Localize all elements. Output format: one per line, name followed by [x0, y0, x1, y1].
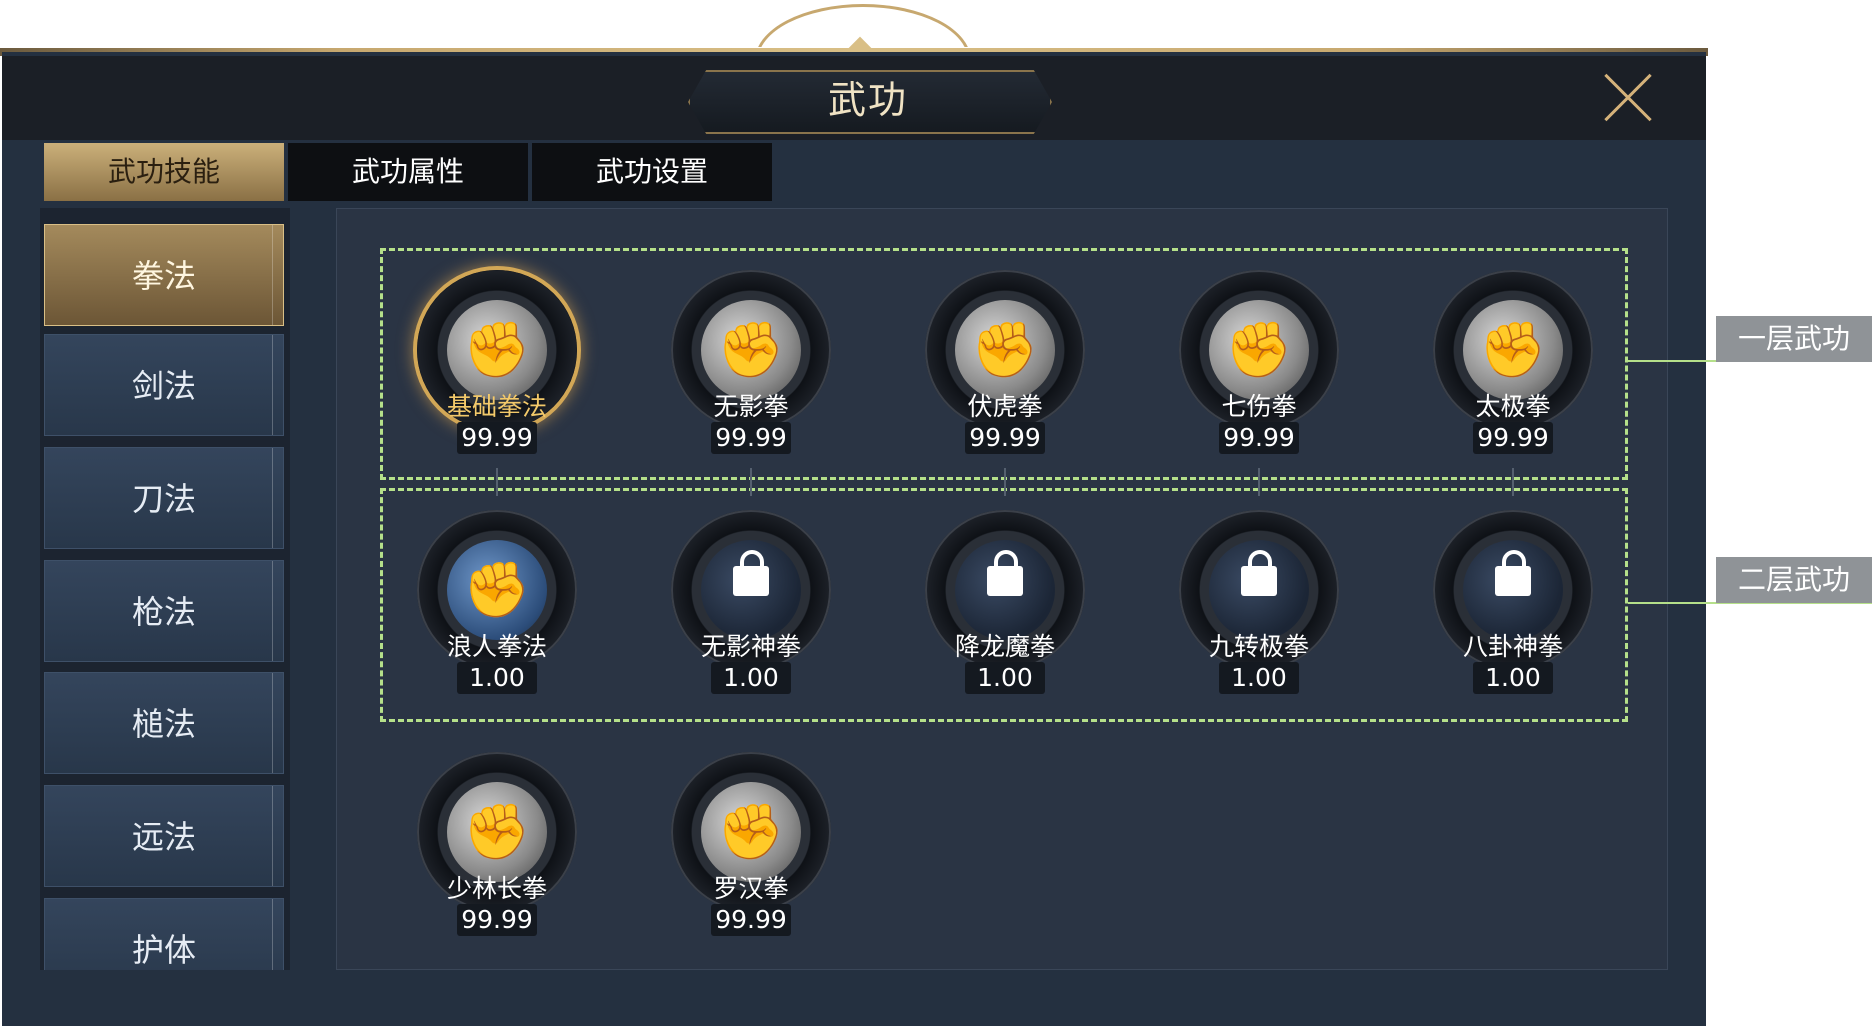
- sidebar-item-guard[interactable]: 护体: [44, 898, 284, 970]
- lock-icon: [1495, 550, 1531, 596]
- sidebar-item-hammer[interactable]: 槌法: [44, 672, 284, 774]
- skill-node[interactable]: ✊ 罗汉拳 99.99: [661, 752, 841, 952]
- skill-name: 无影拳: [713, 392, 789, 421]
- skill-level: 99.99: [711, 422, 791, 454]
- skill-level: 1.00: [457, 662, 537, 694]
- skill-level: 99.99: [711, 904, 791, 936]
- skill-level: 99.99: [457, 904, 537, 936]
- skill-name: 伏虎拳: [967, 392, 1043, 421]
- sidebar-item-label: 剑法: [131, 367, 196, 405]
- notch-icon: [272, 448, 283, 548]
- tree-connector: [750, 468, 752, 496]
- skill-node-locked[interactable]: 无影神拳 1.00: [661, 510, 841, 710]
- sidebar-item-label: 远法: [131, 818, 196, 856]
- sidebar-item-fist[interactable]: 拳法: [44, 224, 284, 326]
- notch-icon: [272, 673, 283, 773]
- skill-name: 浪人拳法: [446, 632, 547, 661]
- skill-node-locked[interactable]: 降龙魔拳 1.00: [915, 510, 1095, 710]
- sidebar-item-sword[interactable]: 剑法: [44, 334, 284, 436]
- notch-icon: [272, 786, 283, 886]
- fist-icon: ✊: [447, 782, 547, 882]
- sidebar-item-spear[interactable]: 枪法: [44, 560, 284, 662]
- skill-node[interactable]: ✊ 浪人拳法 1.00: [407, 510, 587, 710]
- skill-name: 太极拳: [1475, 392, 1551, 421]
- skill-node[interactable]: ✊ 无影拳 99.99: [661, 270, 841, 470]
- sidebar-item-blade[interactable]: 刀法: [44, 447, 284, 549]
- skill-level: 99.99: [457, 422, 537, 454]
- close-icon[interactable]: [1600, 70, 1656, 126]
- fist-icon: ✊: [447, 300, 547, 400]
- skill-level: 1.00: [965, 662, 1045, 694]
- skill-name: 罗汉拳: [713, 874, 789, 903]
- lock-icon: [733, 550, 769, 596]
- lock-icon: [987, 550, 1023, 596]
- skill-node-locked[interactable]: 八卦神拳 1.00: [1423, 510, 1603, 710]
- tree-connector: [496, 468, 498, 496]
- skill-level: 1.00: [1219, 662, 1299, 694]
- notch-icon: [272, 225, 283, 325]
- skill-level: 1.00: [711, 662, 791, 694]
- skill-node[interactable]: ✊ 伏虎拳 99.99: [915, 270, 1095, 470]
- skill-name: 无影神拳: [700, 632, 801, 661]
- tier1-label: 一层武功: [1716, 316, 1872, 362]
- skill-level: 99.99: [1473, 422, 1553, 454]
- fist-icon: ✊: [447, 540, 547, 640]
- fist-icon: ✊: [701, 782, 801, 882]
- skill-name: 九转极拳: [1208, 632, 1309, 661]
- skill-node[interactable]: ✊ 少林长拳 99.99: [407, 752, 587, 952]
- skill-level: 99.99: [1219, 422, 1299, 454]
- sidebar-item-label: 刀法: [131, 480, 196, 518]
- category-sidebar: 拳法 剑法 刀法 枪法 槌法 远法 护体: [40, 208, 290, 970]
- fist-icon: ✊: [701, 300, 801, 400]
- tree-connector: [1258, 468, 1260, 496]
- tree-connector: [1512, 468, 1514, 496]
- notch-icon: [272, 561, 283, 661]
- skill-name: 少林长拳: [446, 874, 547, 903]
- tab-settings[interactable]: 武功设置: [532, 143, 772, 201]
- notch-icon: [272, 899, 283, 970]
- fist-icon: ✊: [1463, 300, 1563, 400]
- skill-level: 1.00: [1473, 662, 1553, 694]
- skill-node[interactable]: ✊ 七伤拳 99.99: [1169, 270, 1349, 470]
- skill-name: 八卦神拳: [1462, 632, 1563, 661]
- sidebar-item-label: 枪法: [131, 593, 196, 631]
- skill-level: 99.99: [965, 422, 1045, 454]
- skill-node[interactable]: ✊ 基础拳法 99.99: [407, 270, 587, 470]
- sidebar-item-label: 拳法: [131, 257, 196, 295]
- tab-attributes[interactable]: 武功属性: [288, 143, 528, 201]
- window-title: 武功: [827, 78, 908, 122]
- skill-name: 七伤拳: [1221, 392, 1297, 421]
- skill-name: 基础拳法: [446, 392, 547, 421]
- fist-icon: ✊: [1209, 300, 1309, 400]
- sidebar-item-label: 护体: [131, 931, 196, 969]
- sidebar-item-label: 槌法: [131, 705, 196, 743]
- fist-icon: ✊: [955, 300, 1055, 400]
- tree-connector: [1004, 468, 1006, 496]
- notch-icon: [272, 335, 283, 435]
- skill-node-locked[interactable]: 九转极拳 1.00: [1169, 510, 1349, 710]
- sidebar-item-ranged[interactable]: 远法: [44, 785, 284, 887]
- skill-name: 降龙魔拳: [954, 632, 1055, 661]
- tier2-label: 二层武功: [1716, 557, 1872, 603]
- lock-icon: [1241, 550, 1277, 596]
- skill-node[interactable]: ✊ 太极拳 99.99: [1423, 270, 1603, 470]
- tab-skills[interactable]: 武功技能: [44, 143, 284, 201]
